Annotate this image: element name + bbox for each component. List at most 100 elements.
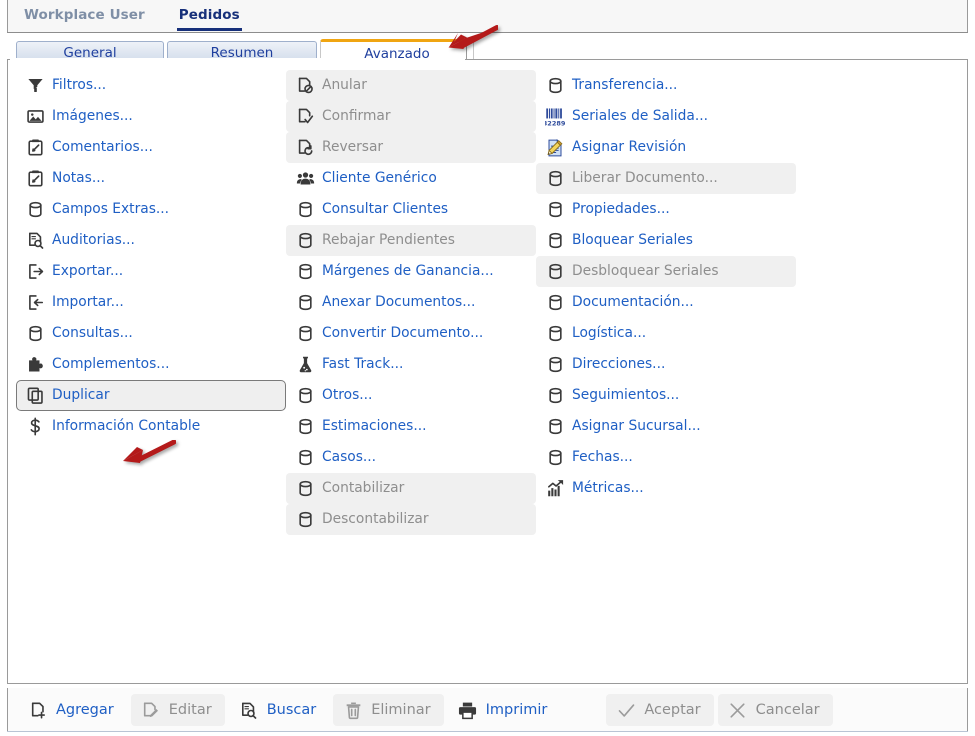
database-icon [545, 293, 565, 313]
tab-strip-right-edge [466, 44, 467, 60]
menu-item-filtros[interactable]: Filtros... [16, 70, 286, 101]
database-icon [545, 262, 565, 282]
menu-item-otros[interactable]: Otros... [286, 380, 536, 411]
active-tab-seam [10, 58, 465, 60]
menu-item-auditorias[interactable]: Auditorias... [16, 225, 286, 256]
menu-item-confirmar: Confirmar [286, 101, 536, 132]
database-icon [545, 169, 565, 189]
menu-item-label: Filtros... [52, 76, 107, 93]
toolbar-button-agregar[interactable]: Agregar [18, 694, 127, 726]
menu-item-documentación[interactable]: Documentación... [536, 287, 796, 318]
image-icon [25, 107, 45, 127]
action-column-two: Anular Confirmar Reversar Cliente Genérico C… [286, 70, 536, 535]
toolbar-button-buscar[interactable]: Buscar [229, 694, 330, 726]
menu-item-consultar-clientes[interactable]: Consultar Clientes [286, 194, 536, 225]
menu-item-imágenes[interactable]: Imágenes... [16, 101, 286, 132]
menu-item-exportar[interactable]: Exportar... [16, 256, 286, 287]
database-icon [295, 324, 315, 344]
menu-item-información-contable[interactable]: Información Contable [16, 411, 286, 442]
menu-item-label: Reversar [322, 138, 384, 155]
chart-growth-icon [545, 479, 565, 499]
menu-item-label: Desbloquear Seriales [572, 262, 719, 279]
menu-item-label: Rebajar Pendientes [322, 231, 455, 248]
database-icon [295, 448, 315, 468]
document-plus-icon [27, 699, 49, 721]
menu-item-label: Asignar Sucursal... [572, 417, 701, 434]
barcode-icon: 32289 [545, 107, 565, 127]
bottom-toolbar: Agregar Editar Buscar Eliminar Imprimir Acept… [7, 688, 968, 732]
menu-item-propiedades[interactable]: Propiedades... [536, 194, 796, 225]
menu-item-métricas[interactable]: Métricas... [536, 473, 796, 504]
menu-item-asignar-sucursal[interactable]: Asignar Sucursal... [536, 411, 796, 442]
menu-item-anexar-documentos[interactable]: Anexar Documentos... [286, 287, 536, 318]
menu-item-label: Complementos... [52, 355, 170, 372]
database-icon [545, 76, 565, 96]
database-icon [545, 386, 565, 406]
breadcrumb-item-pedidos[interactable]: Pedidos [175, 3, 244, 31]
action-column-three: Transferencia... 32289 Seriales de Salida.… [536, 70, 796, 535]
menu-item-cliente-genérico[interactable]: Cliente Genérico [286, 163, 536, 194]
menu-item-descontabilizar: Descontabilizar [286, 504, 536, 535]
menu-item-contabilizar: Contabilizar [286, 473, 536, 504]
toolbar-button-imprimir[interactable]: Imprimir [448, 694, 561, 726]
database-icon [545, 200, 565, 220]
menu-item-comentarios[interactable]: Comentarios... [16, 132, 286, 163]
menu-item-label: Consultas... [52, 324, 133, 341]
menu-item-logística[interactable]: Logística... [536, 318, 796, 349]
menu-item-liberar-documento: Liberar Documento... [536, 163, 796, 194]
database-icon [545, 355, 565, 375]
menu-item-márgenes-de-ganancia[interactable]: Márgenes de Ganancia... [286, 256, 536, 287]
dollar-sign-icon [25, 417, 45, 437]
toolbar-button-editar: Editar [130, 694, 225, 726]
menu-item-label: Liberar Documento... [572, 169, 718, 186]
check-icon [615, 699, 637, 721]
breadcrumb-item-workplace-user[interactable]: Workplace User [20, 3, 149, 30]
document-undo-icon [295, 138, 315, 158]
menu-item-convertir-documento[interactable]: Convertir Documento... [286, 318, 536, 349]
menu-item-label: Imágenes... [52, 107, 133, 124]
menu-item-direcciones[interactable]: Direcciones... [536, 349, 796, 380]
menu-item-complementos[interactable]: Complementos... [16, 349, 286, 380]
menu-item-label: Bloquear Seriales [572, 231, 693, 248]
printer-icon [457, 699, 479, 721]
toolbar-button-label: Eliminar [371, 702, 431, 718]
database-icon [295, 479, 315, 499]
toolbar-button-label: Editar [168, 702, 212, 718]
menu-item-label: Casos... [322, 448, 377, 465]
page-pencil-icon [545, 138, 565, 158]
menu-item-fast-track[interactable]: Fast Track... [286, 349, 536, 380]
menu-item-duplicar[interactable]: Duplicar [16, 380, 286, 411]
clipboard-pencil-icon [25, 138, 45, 158]
database-icon [295, 293, 315, 313]
menu-item-seguimientos[interactable]: Seguimientos... [536, 380, 796, 411]
menu-item-campos-extras[interactable]: Campos Extras... [16, 194, 286, 225]
menu-item-importar[interactable]: Importar... [16, 287, 286, 318]
menu-item-label: Anexar Documentos... [322, 293, 476, 310]
document-search-icon [25, 231, 45, 251]
menu-item-notas[interactable]: Notas... [16, 163, 286, 194]
toolbar-bottom-divider [7, 731, 968, 732]
svg-text:32289: 32289 [545, 119, 565, 127]
menu-item-label: Confirmar [322, 107, 391, 124]
menu-item-asignar-revisión[interactable]: Asignar Revisión [536, 132, 796, 163]
menu-item-label: Importar... [52, 293, 124, 310]
database-icon [545, 448, 565, 468]
menu-item-casos[interactable]: Casos... [286, 442, 536, 473]
database-icon [545, 324, 565, 344]
menu-item-desbloquear-seriales: Desbloquear Seriales [536, 256, 796, 287]
database-icon [295, 262, 315, 282]
menu-item-transferencia[interactable]: Transferencia... [536, 70, 796, 101]
menu-item-seriales-de-salida[interactable]: 32289 Seriales de Salida... [536, 101, 796, 132]
menu-item-label: Otros... [322, 386, 373, 403]
menu-item-label: Logística... [572, 324, 647, 341]
toolbar-button-aceptar: Aceptar [606, 694, 714, 726]
menu-item-bloquear-seriales[interactable]: Bloquear Seriales [536, 225, 796, 256]
menu-item-label: Exportar... [52, 262, 124, 279]
menu-item-consultas[interactable]: Consultas... [16, 318, 286, 349]
menu-item-estimaciones[interactable]: Estimaciones... [286, 411, 536, 442]
toolbar-button-label: Buscar [266, 702, 317, 718]
toolbar-button-cancelar: Cancelar [717, 694, 833, 726]
menu-item-fechas[interactable]: Fechas... [536, 442, 796, 473]
database-icon [25, 324, 45, 344]
menu-item-label: Márgenes de Ganancia... [322, 262, 494, 279]
